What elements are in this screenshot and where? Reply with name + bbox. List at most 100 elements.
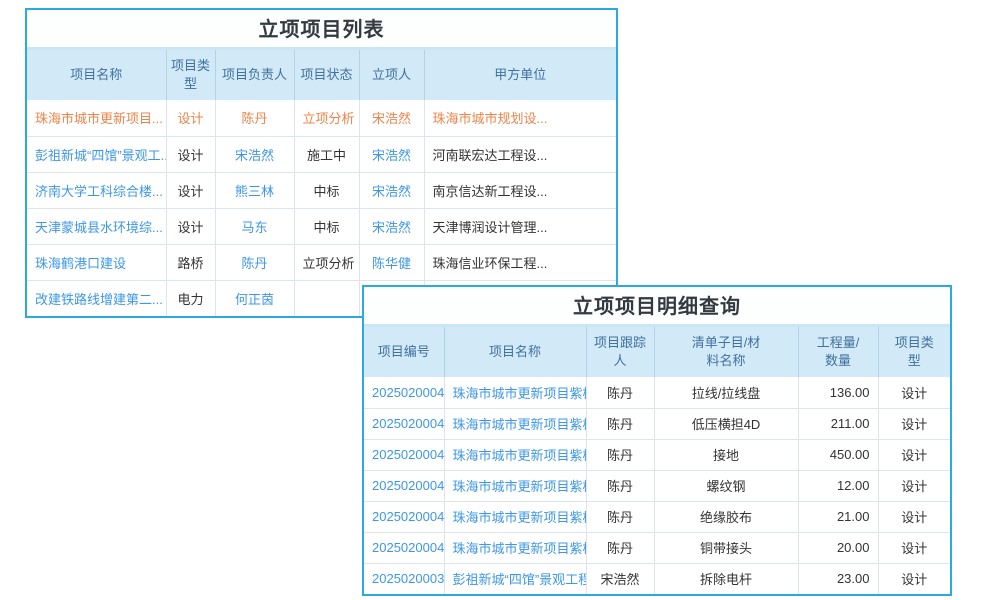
table-row[interactable]: 2025020003彭祖新城“四馆”景观工程宋浩然拆除电杆23.00设计	[364, 563, 950, 594]
cell-name[interactable]: 珠海鹤港口建设	[27, 244, 166, 280]
cell-material: 铜带接头	[654, 532, 798, 563]
table-row[interactable]: 济南大学工科综合楼...设计熊三林中标宋浩然南京信达新工程设...	[27, 172, 616, 208]
cell-tracker: 陈丹	[586, 532, 654, 563]
table-row[interactable]: 天津蒙城县水环境综...设计马东中标宋浩然天津博润设计管理...	[27, 208, 616, 244]
table-row[interactable]: 彭祖新城“四馆”景观工...设计宋浩然施工中宋浩然河南联宏达工程设...	[27, 136, 616, 172]
cell-name[interactable]: 彭祖新城“四馆”景观工...	[27, 136, 166, 172]
cell-code[interactable]: 2025020004	[364, 439, 444, 470]
cell-name[interactable]: 改建铁路线增建第二...	[27, 280, 166, 316]
project-detail-panel: 立项项目明细查询 项目编号项目名称项目跟踪人清单子目/材料名称工程量/数量项目类…	[362, 285, 952, 596]
cell-manager[interactable]: 马东	[215, 208, 294, 244]
cell-tracker: 陈丹	[586, 377, 654, 408]
cell-status	[294, 280, 359, 316]
cell-code[interactable]: 2025020004	[364, 408, 444, 439]
cell-type: 设计	[878, 439, 950, 470]
cell-manager[interactable]: 何正茵	[215, 280, 294, 316]
cell-quantity: 136.00	[798, 377, 878, 408]
column-header-type: 项目类型	[166, 50, 215, 100]
cell-type: 设计	[166, 208, 215, 244]
cell-material: 螺纹钢	[654, 470, 798, 501]
cell-quantity: 21.00	[798, 501, 878, 532]
cell-status: 立项分析	[294, 100, 359, 136]
cell-status: 中标	[294, 208, 359, 244]
cell-status: 中标	[294, 172, 359, 208]
cell-type: 设计	[166, 100, 215, 136]
cell-manager[interactable]: 宋浩然	[215, 136, 294, 172]
project-detail-table: 项目编号项目名称项目跟踪人清单子目/材料名称工程量/数量项目类型 2025020…	[364, 327, 950, 594]
cell-code[interactable]: 2025020004	[364, 377, 444, 408]
table-row[interactable]: 2025020004珠海市城市更新项目紫桐陈丹低压横担4D211.00设计	[364, 408, 950, 439]
cell-type: 路桥	[166, 244, 215, 280]
cell-material: 低压横担4D	[654, 408, 798, 439]
cell-type: 设计	[878, 532, 950, 563]
cell-name[interactable]: 珠海市城市更新项目紫桐	[444, 408, 586, 439]
cell-name[interactable]: 珠海市城市更新项目紫桐	[444, 532, 586, 563]
project-detail-title: 立项项目明细查询	[364, 287, 950, 327]
cell-quantity: 450.00	[798, 439, 878, 470]
cell-name[interactable]: 珠海市城市更新项目紫桐	[444, 377, 586, 408]
cell-manager[interactable]: 陈丹	[215, 100, 294, 136]
cell-client: 珠海信业环保工程...	[424, 244, 616, 280]
cell-name[interactable]: 珠海市城市更新项目紫桐	[444, 470, 586, 501]
cell-client: 河南联宏达工程设...	[424, 136, 616, 172]
cell-tracker: 陈丹	[586, 470, 654, 501]
cell-manager[interactable]: 陈丹	[215, 244, 294, 280]
table-row[interactable]: 2025020004珠海市城市更新项目紫桐陈丹绝缘胶布21.00设计	[364, 501, 950, 532]
table-row[interactable]: 2025020004珠海市城市更新项目紫桐陈丹拉线/拉线盘136.00设计	[364, 377, 950, 408]
project-list-table: 项目名称项目类型项目负责人项目状态立项人甲方单位 珠海市城市更新项目...设计陈…	[27, 50, 616, 316]
table-row[interactable]: 2025020004珠海市城市更新项目紫桐陈丹铜带接头20.00设计	[364, 532, 950, 563]
header-row: 项目编号项目名称项目跟踪人清单子目/材料名称工程量/数量项目类型	[364, 327, 950, 377]
cell-initiator[interactable]: 宋浩然	[359, 172, 424, 208]
cell-tracker: 陈丹	[586, 501, 654, 532]
table-row[interactable]: 2025020004珠海市城市更新项目紫桐陈丹螺纹钢12.00设计	[364, 470, 950, 501]
project-detail-header: 项目编号项目名称项目跟踪人清单子目/材料名称工程量/数量项目类型	[364, 327, 950, 377]
cell-type: 设计	[878, 377, 950, 408]
table-row[interactable]: 2025020004珠海市城市更新项目紫桐陈丹接地450.00设计	[364, 439, 950, 470]
cell-material: 接地	[654, 439, 798, 470]
cell-material: 绝缘胶布	[654, 501, 798, 532]
cell-type: 设计	[166, 172, 215, 208]
cell-name[interactable]: 彭祖新城“四馆”景观工程	[444, 563, 586, 594]
cell-tracker: 陈丹	[586, 439, 654, 470]
page: { "colors": { "panel_border": "#2BA9E1",…	[0, 0, 1000, 600]
column-header-name: 项目名称	[444, 327, 586, 377]
table-row[interactable]: 珠海鹤港口建设路桥陈丹立项分析陈华健珠海信业环保工程...	[27, 244, 616, 280]
column-header-tracker: 项目跟踪人	[586, 327, 654, 377]
cell-initiator[interactable]: 宋浩然	[359, 136, 424, 172]
cell-material: 拆除电杆	[654, 563, 798, 594]
cell-type: 设计	[166, 136, 215, 172]
cell-code[interactable]: 2025020004	[364, 532, 444, 563]
cell-initiator[interactable]: 宋浩然	[359, 208, 424, 244]
cell-name[interactable]: 珠海市城市更新项目紫桐	[444, 439, 586, 470]
project-list-header: 项目名称项目类型项目负责人项目状态立项人甲方单位	[27, 50, 616, 100]
cell-name[interactable]: 天津蒙城县水环境综...	[27, 208, 166, 244]
column-header-status: 项目状态	[294, 50, 359, 100]
cell-client: 珠海市城市规划设...	[424, 100, 616, 136]
cell-quantity: 20.00	[798, 532, 878, 563]
column-header-initiator: 立项人	[359, 50, 424, 100]
column-header-code: 项目编号	[364, 327, 444, 377]
cell-manager[interactable]: 熊三林	[215, 172, 294, 208]
cell-status: 立项分析	[294, 244, 359, 280]
cell-name[interactable]: 珠海市城市更新项目...	[27, 100, 166, 136]
cell-type: 电力	[166, 280, 215, 316]
cell-initiator[interactable]: 宋浩然	[359, 100, 424, 136]
cell-type: 设计	[878, 501, 950, 532]
column-header-quantity: 工程量/数量	[798, 327, 878, 377]
column-header-client: 甲方单位	[424, 50, 616, 100]
cell-name[interactable]: 济南大学工科综合楼...	[27, 172, 166, 208]
cell-code[interactable]: 2025020003	[364, 563, 444, 594]
cell-client: 天津博润设计管理...	[424, 208, 616, 244]
cell-material: 拉线/拉线盘	[654, 377, 798, 408]
cell-tracker: 宋浩然	[586, 563, 654, 594]
column-header-manager: 项目负责人	[215, 50, 294, 100]
cell-name[interactable]: 珠海市城市更新项目紫桐	[444, 501, 586, 532]
table-row[interactable]: 珠海市城市更新项目...设计陈丹立项分析宋浩然珠海市城市规划设...	[27, 100, 616, 136]
cell-client: 南京信达新工程设...	[424, 172, 616, 208]
project-list-body: 珠海市城市更新项目...设计陈丹立项分析宋浩然珠海市城市规划设...彭祖新城“四…	[27, 100, 616, 316]
cell-type: 设计	[878, 408, 950, 439]
cell-initiator[interactable]: 陈华健	[359, 244, 424, 280]
cell-code[interactable]: 2025020004	[364, 470, 444, 501]
cell-code[interactable]: 2025020004	[364, 501, 444, 532]
project-list-title: 立项项目列表	[27, 10, 616, 50]
